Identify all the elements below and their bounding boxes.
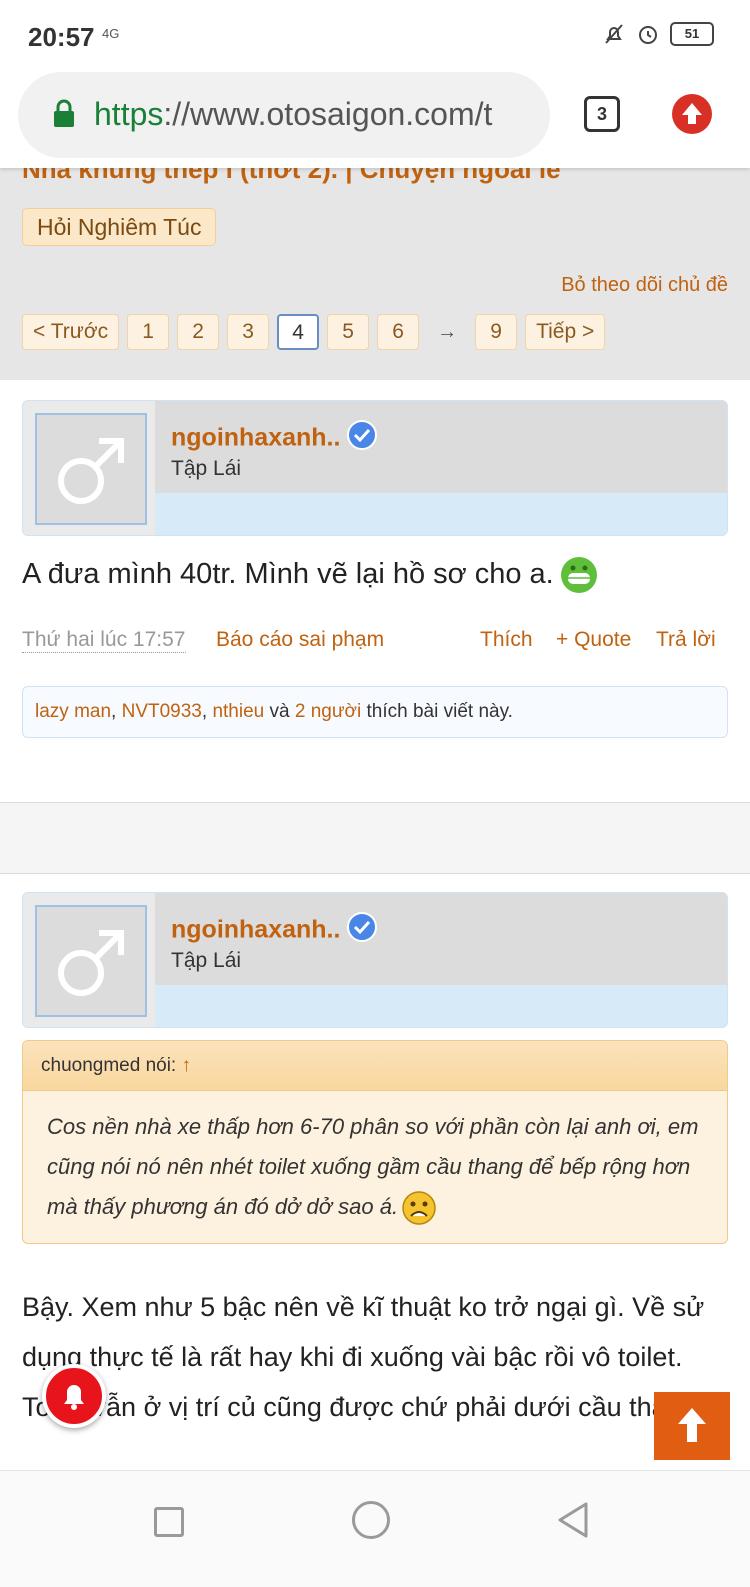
system-nav-bar	[0, 1470, 750, 1587]
verified-badge-icon	[347, 912, 378, 942]
user-block: ngoinhaxanh.. Tập Lái	[22, 892, 728, 1028]
browser-toolbar: https://www.otosaigon.com/t 3	[0, 72, 750, 168]
thread-prefix[interactable]: Hỏi Nghiêm Túc	[22, 208, 217, 246]
quote-block: chuongmed nói: ↑ Cos nền nhà xe thấp hơn…	[22, 1040, 728, 1244]
grin-emoji-icon	[560, 557, 597, 594]
user-title: Tập Lái	[171, 949, 242, 972]
last-page-link[interactable]: 9	[475, 314, 518, 350]
liker-link[interactable]: NVT0933	[122, 701, 202, 722]
post-message: Bậy. Xem như 5 bậc nên về kĩ thuật ko tr…	[22, 1292, 705, 1422]
pagination: < Trước 1 2 3 4 5 6 → 9 Tiếp >	[22, 314, 606, 350]
reply-button[interactable]: Trả lời	[656, 628, 716, 652]
like-button[interactable]: Thích	[480, 628, 533, 652]
quote-content: Cos nền nhà xe thấp hơn 6-70 phân so với…	[23, 1091, 727, 1243]
next-page-button[interactable]: Tiếp >	[525, 314, 606, 350]
quote-header: chuongmed nói: ↑	[23, 1041, 727, 1091]
verified-badge-icon	[347, 420, 378, 450]
url-host: ://www.otosaigon.com/t	[163, 96, 493, 132]
quote-author: chuongmed nói:	[41, 1055, 182, 1076]
others-link[interactable]: 2 người	[295, 701, 361, 722]
post-text: A đưa mình 40tr. Mình vẽ lại hồ sơ cho a…	[22, 558, 554, 590]
liker-link[interactable]: nthieu	[212, 701, 264, 722]
page-skip-arrow[interactable]: →	[427, 321, 467, 344]
page-link[interactable]: 6	[377, 314, 420, 350]
page-link[interactable]: 2	[177, 314, 220, 350]
mute-icon	[605, 24, 623, 44]
liker-link[interactable]: lazy man	[35, 701, 111, 722]
battery-icon: 51	[670, 22, 714, 46]
upload-icon[interactable]	[672, 94, 712, 134]
username[interactable]: ngoinhaxanh..	[171, 424, 340, 452]
post-meta: Thứ hai lúc 17:57 Báo cáo sai phạm Thích…	[22, 628, 728, 658]
page-link[interactable]: 5	[327, 314, 370, 350]
network-indicator: 4G	[102, 26, 120, 41]
arrow-up-icon	[678, 1408, 706, 1442]
tabs-icon[interactable]: 3	[584, 96, 620, 132]
quote-text: Cos nền nhà xe thấp hơn 6-70 phân so với…	[47, 1114, 699, 1219]
page-link[interactable]: 1	[127, 314, 170, 350]
notification-bell-button[interactable]	[42, 1364, 106, 1428]
avatar[interactable]	[35, 905, 147, 1017]
male-icon	[58, 438, 124, 504]
username[interactable]: ngoinhaxanh..	[171, 916, 340, 944]
report-link[interactable]: Báo cáo sai phạm	[216, 628, 384, 652]
quote-button[interactable]: + Quote	[556, 628, 631, 652]
status-time: 20:57	[28, 22, 95, 52]
back-to-top-button[interactable]	[654, 1392, 730, 1460]
address-bar[interactable]: https://www.otosaigon.com/t	[18, 72, 550, 158]
page-content: Nhà khung thép í (thớt 2). | Chuyện ngoà…	[0, 154, 750, 1488]
quote-jump-arrow[interactable]: ↑	[182, 1055, 192, 1076]
status-bar: 20:57 4G 51	[0, 0, 750, 72]
post-message: A đưa mình 40tr. Mình vẽ lại hồ sơ cho a…	[22, 550, 728, 598]
post-separator	[0, 802, 750, 874]
prev-page-button[interactable]: < Trước	[22, 314, 120, 350]
back-icon[interactable]	[556, 1501, 590, 1539]
avatar[interactable]	[35, 413, 147, 525]
user-title: Tập Lái	[171, 457, 242, 480]
post-date[interactable]: Thứ hai lúc 17:57	[22, 628, 186, 653]
user-block: ngoinhaxanh.. Tập Lái	[22, 400, 728, 536]
bell-icon	[64, 1385, 84, 1410]
url-text: https://www.otosaigon.com/t	[94, 96, 544, 133]
alarm-icon	[639, 26, 657, 44]
sad-emoji-icon	[402, 1191, 436, 1225]
url-scheme: https	[94, 96, 164, 132]
recent-apps-icon[interactable]	[154, 1507, 184, 1537]
unwatch-thread-link[interactable]: Bỏ theo dõi chủ đề	[561, 274, 728, 297]
male-icon	[58, 930, 124, 996]
page-link[interactable]: 3	[227, 314, 270, 350]
lock-icon	[54, 99, 74, 127]
home-icon[interactable]	[352, 1501, 390, 1539]
likes-summary: lazy man, NVT0933, nthieu và 2 người thí…	[22, 686, 728, 738]
screen: 20:57 4G 51 https://www.otosaigon.com/t …	[0, 0, 750, 1587]
current-page: 4	[277, 314, 320, 350]
thread-header: Nhà khung thép í (thớt 2). | Chuyện ngoà…	[0, 154, 750, 380]
